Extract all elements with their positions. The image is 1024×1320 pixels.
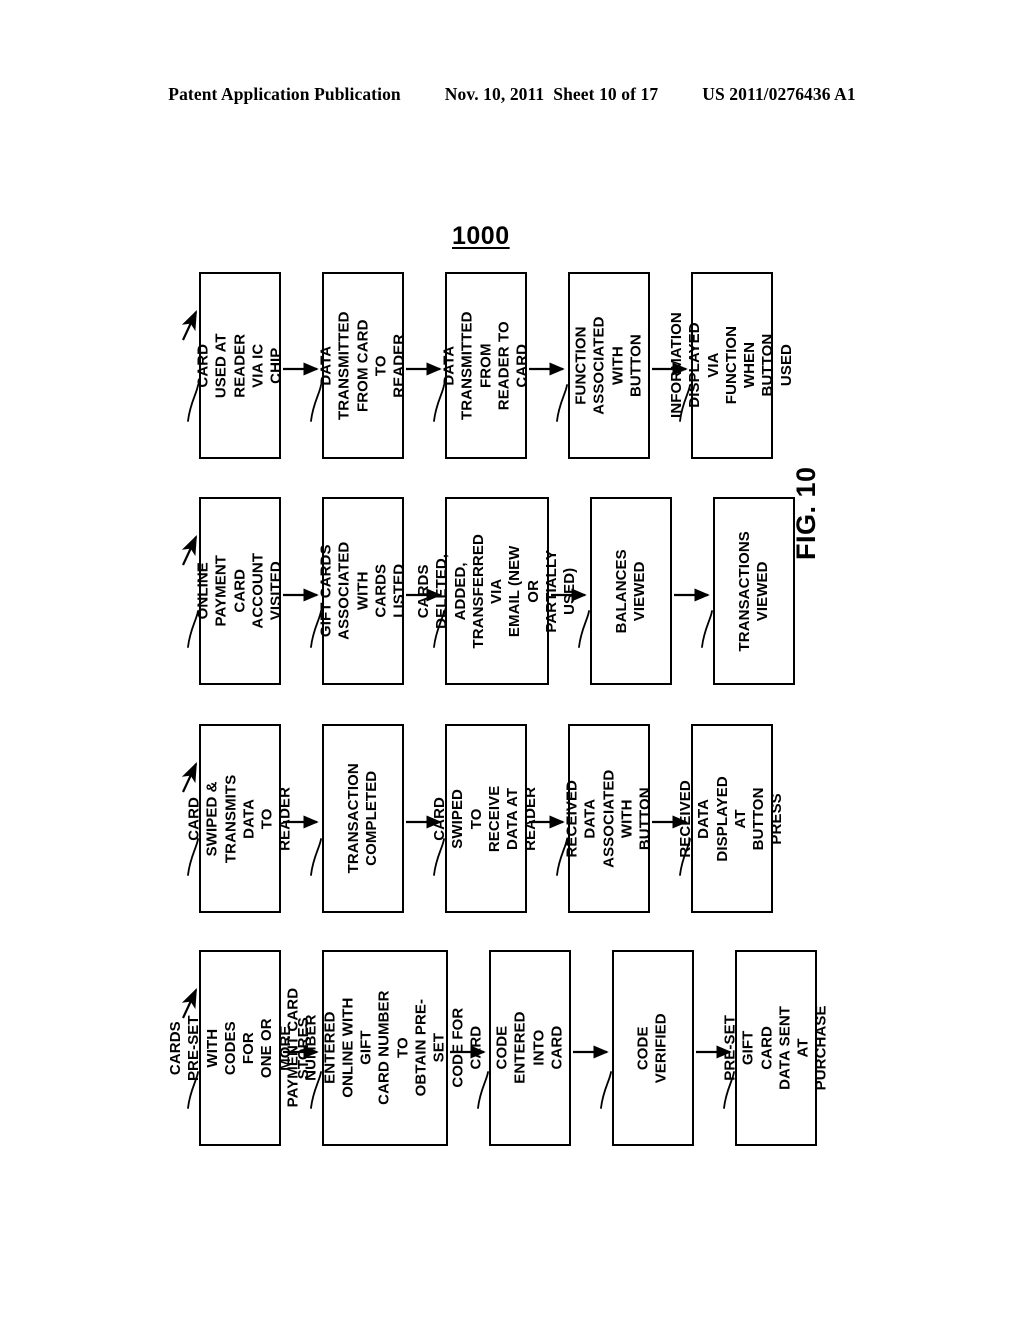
- flow-box-label: RECEIVED DATA DISPLAYED AT BUTTON PRESS: [677, 775, 786, 862]
- flow-box-1013: CODE ENTERED INTO CARD: [489, 950, 571, 1146]
- flow-box-label: DATA TRANSMITTED FROM CARD TO READER: [317, 311, 408, 420]
- sheet-number: Sheet 10 of 17: [553, 84, 659, 104]
- flow-box-1032: GIFT CARDS ASSOCIATED WITH CARDS LISTED: [317, 497, 407, 685]
- flow-box-1024: RECEIVED DATA ASSOCIATED WITH BUTTON: [563, 724, 653, 913]
- flow-box-label: DATA TRANSMITTED FROM READER TO CARD: [440, 311, 531, 420]
- flow-box-1042: DATA TRANSMITTED FROM CARD TO READER: [317, 272, 407, 459]
- publication-date: Nov. 10, 2011: [444, 84, 545, 104]
- flow-box-label: RECEIVED DATA ASSOCIATED WITH BUTTON: [563, 769, 654, 868]
- flow-box-1031: ONLINE PAYMENT CARD ACCOUNT VISITED: [194, 497, 284, 685]
- leader-line-1022: [310, 838, 322, 876]
- flow-box-1025: RECEIVED DATA DISPLAYED AT BUTTON PRESS: [677, 724, 786, 913]
- flow-box-1043: DATA TRANSMITTED FROM READER TO CARD: [440, 272, 530, 459]
- flow-box-1015: PRE-SET GIFT CARD DATA SENT AT PURCHASE: [721, 950, 830, 1146]
- flow-box-label: CODE VERIFIED: [634, 1013, 670, 1083]
- patent-number: US 2011/0276436 A1: [702, 84, 856, 104]
- flow-box-label: BALANCES VIEWED: [612, 548, 649, 634]
- diagram-reference-1000: 1000: [452, 222, 510, 250]
- leader-line-1035: [701, 610, 713, 648]
- flow-box-label: GIFT CARDS ASSOCIATED WITH CARDS LISTED: [317, 541, 408, 641]
- leader-line-1034: [578, 610, 590, 648]
- flow-box-label: FUNCTION ASSOCIATED WITH BUTTON: [572, 316, 645, 415]
- flow-box-1033: CARDS DELETED, ADDED, TRANSFERRED VIA EMAIL…: [415, 497, 578, 685]
- flow-box-label: CARD SWIPED TO RECEIVE DATA AT READER: [431, 785, 540, 852]
- flow-box-1035: TRANSACTIONS VIEWED: [713, 497, 795, 685]
- flow-box-label: TRANSACTIONS VIEWED: [735, 530, 771, 652]
- flow-box-label: CARD USED AT READER VIA IC CHIP: [194, 333, 285, 398]
- flow-box-label: TRANSACTION COMPLETED: [344, 763, 381, 874]
- flow-box-label: PAYMENT CARD NUMBER ENTERED ONLINE WITH GI…: [284, 988, 485, 1108]
- flow-box-label: CARD SWIPED & TRANSMITS DATA TO READER: [185, 774, 294, 863]
- flow-box-1034: BALANCES VIEWED: [590, 497, 672, 685]
- leader-line-1044: [556, 384, 568, 422]
- flow-box-label: INFORMATION DISPLAYED VIA FUNCTION WHEN BUT…: [667, 312, 795, 419]
- leader-line-1014: [600, 1071, 612, 1109]
- flow-box-label: CARDS DELETED, ADDED, TRANSFERRED VIA EMAIL…: [414, 533, 579, 649]
- flow-box-1023: CARD SWIPED TO RECEIVE DATA AT READER: [431, 724, 540, 913]
- flow-box-1022: TRANSACTION COMPLETED: [322, 724, 404, 913]
- flow-box-1041: CARD USED AT READER VIA IC CHIP: [194, 272, 284, 459]
- flow-box-1045: INFORMATION DISPLAYED VIA FUNCTION WHEN BUT…: [668, 272, 795, 459]
- flow-box-label: ONLINE PAYMENT CARD ACCOUNT VISITED: [194, 553, 285, 629]
- patent-header: Patent Application Publication Nov. 10, …: [0, 84, 1024, 105]
- flow-box-1021: CARD SWIPED & TRANSMITS DATA TO READER: [185, 724, 294, 913]
- publication-title: Patent Application Publication: [168, 84, 401, 104]
- figure-caption: FIG. 10: [791, 466, 821, 560]
- flow-box-1014: CODE VERIFIED: [612, 950, 694, 1146]
- flow-box-1012: PAYMENT CARD NUMBER ENTERED ONLINE WITH GI…: [284, 950, 484, 1146]
- flow-box-1011: CARDS PRE-SET WITH CODES FOR ONE OR MORE ST…: [167, 950, 312, 1146]
- flow-box-label: CODE ENTERED INTO CARD: [493, 1011, 566, 1085]
- flow-box-label: PRE-SET GIFT CARD DATA SENT AT PURCHASE: [721, 1005, 830, 1091]
- flow-box-1044: FUNCTION ASSOCIATED WITH BUTTON: [568, 272, 650, 459]
